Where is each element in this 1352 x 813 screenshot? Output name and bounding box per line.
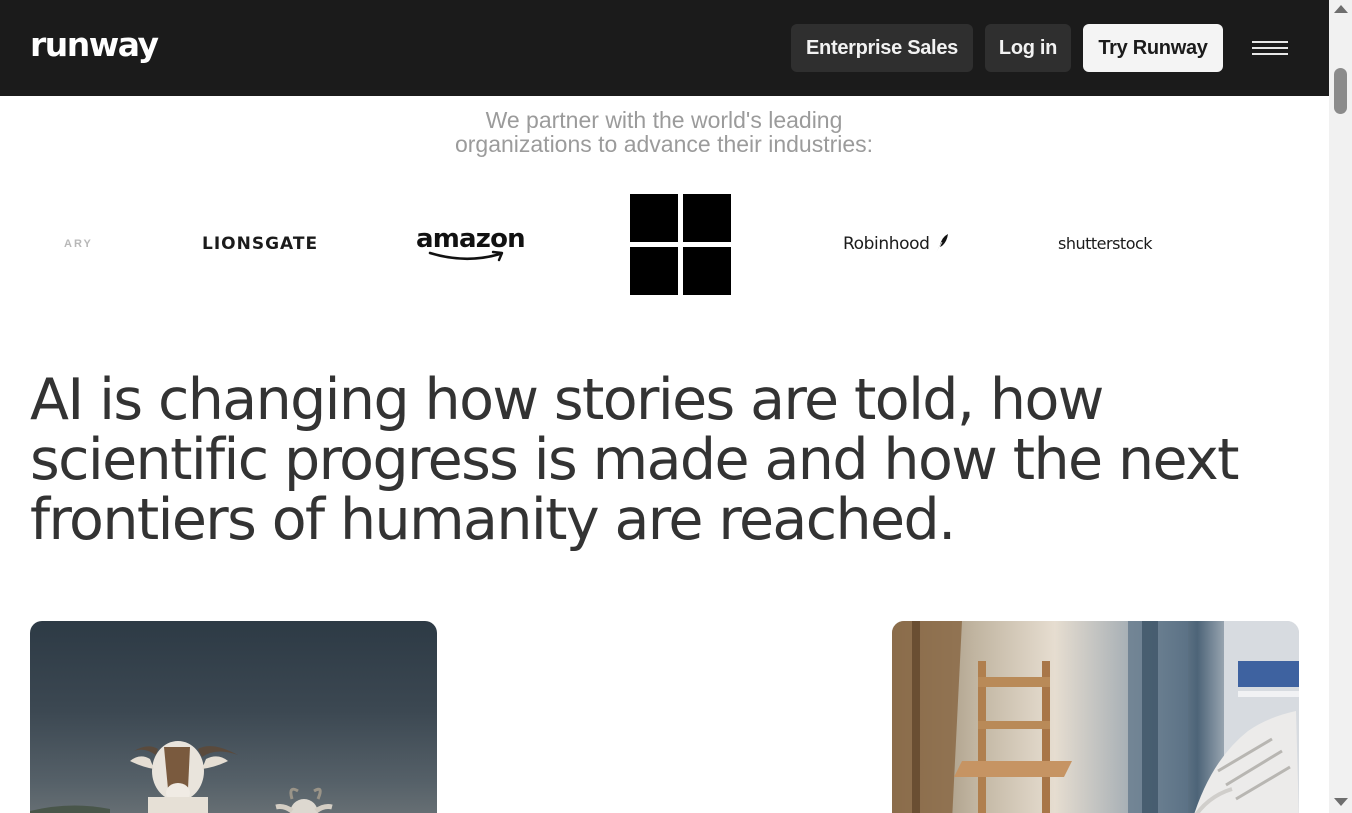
hamburger-menu-icon[interactable] xyxy=(1252,38,1288,58)
try-runway-button[interactable]: Try Runway xyxy=(1083,24,1223,72)
shutterstock-logo: shutterstock xyxy=(1058,234,1153,253)
partners-intro-line-2: organizations to advance their industrie… xyxy=(454,131,874,157)
robinhood-logo: Robinhood xyxy=(843,233,949,255)
runway-logo[interactable]: runway xyxy=(30,24,159,66)
hero-headline: AI is changing how stories are told, how… xyxy=(30,370,1270,550)
headline-line-2: scientific progress is made and how the … xyxy=(30,427,1240,493)
enterprise-sales-button[interactable]: Enterprise Sales xyxy=(791,24,973,72)
feather-icon xyxy=(935,234,948,255)
room-image xyxy=(892,621,1299,813)
goats-image xyxy=(30,741,333,813)
headline-line-1: AI is changing how stories are told, how xyxy=(30,367,1104,433)
scroll-up-arrow-icon[interactable] xyxy=(1334,5,1348,13)
scroll-down-arrow-icon[interactable] xyxy=(1334,798,1348,806)
scroll-thumb[interactable] xyxy=(1334,68,1347,114)
page-scrollbar[interactable] xyxy=(1329,0,1352,813)
partners-intro-line-1: We partner with the world's leading xyxy=(485,107,843,133)
partners-intro: We partner with the world's leading orga… xyxy=(414,108,914,156)
amazon-smile-icon xyxy=(428,250,504,262)
room-image-card[interactable] xyxy=(892,621,1299,813)
top-nav-bar: runway Enterprise Sales Log in Try Runwa… xyxy=(0,0,1329,96)
partner-logo-cutoff: ARY xyxy=(64,238,93,250)
headline-line-3: frontiers of humanity are reached. xyxy=(30,487,956,553)
goats-image-card[interactable] xyxy=(30,621,437,813)
login-button[interactable]: Log in xyxy=(985,24,1071,72)
windows-logo-icon xyxy=(630,194,731,295)
robinhood-logo-text: Robinhood xyxy=(843,234,930,254)
lionsgate-logo: LIONSGATE xyxy=(202,234,319,254)
amazon-logo: amazon xyxy=(416,224,526,264)
